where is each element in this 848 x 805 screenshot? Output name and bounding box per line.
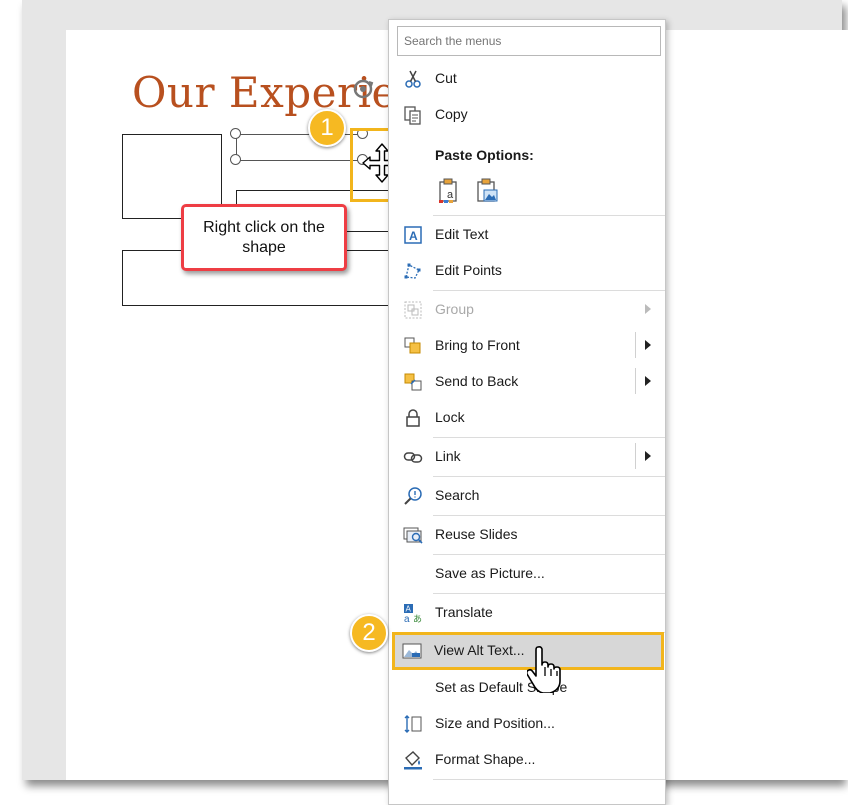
translate-icon: Aa あ [404, 604, 422, 623]
svg-text:a: a [447, 189, 454, 201]
menu-item-save-as-picture[interactable]: Save as Picture... [389, 556, 665, 590]
svg-text:A: A [406, 605, 412, 614]
menu-item-label: Format Shape... [435, 751, 536, 767]
menu-separator [433, 437, 665, 438]
copy-icon [404, 106, 421, 125]
alt-text-icon [402, 643, 422, 659]
menu-item-label: Group [435, 301, 474, 317]
callout-text: Right click on the shape [203, 218, 325, 256]
resize-handle[interactable] [230, 154, 241, 165]
group-icon [404, 301, 422, 319]
menu-item-label: View Alt Text... [434, 642, 525, 658]
selected-shape-edge-bottom [236, 160, 366, 161]
submenu-arrow-icon [645, 304, 651, 314]
menu-separator [433, 515, 665, 516]
edit-points-icon [404, 263, 421, 279]
submenu-arrow-icon [645, 451, 651, 461]
instruction-callout: Right click on the shape [181, 204, 347, 271]
menu-item-label: Edit Text [435, 226, 489, 242]
menu-item-group[interactable]: Group [389, 292, 665, 326]
menu-item-edit-text[interactable]: A Edit Text [389, 217, 665, 251]
reuse-slides-icon [403, 527, 423, 544]
link-icon [403, 452, 423, 463]
menu-item-label: Edit Points [435, 262, 502, 278]
menu-separator [433, 593, 665, 594]
svg-text:あ: あ [413, 614, 422, 623]
menu-item-size-and-position[interactable]: Size and Position... [389, 706, 665, 740]
format-shape-icon [404, 751, 422, 770]
submenu-divider [635, 368, 636, 394]
menu-item-cut[interactable]: Cut [389, 61, 665, 95]
menu-item-view-alt-text-highlighted[interactable]: View Alt Text... [388, 633, 664, 667]
menu-item-translate[interactable]: Aaあ Translate [389, 595, 665, 629]
menu-item-label: Copy [435, 106, 468, 122]
submenu-divider [635, 332, 636, 358]
menu-separator [433, 779, 665, 780]
search-icon [404, 487, 422, 505]
menu-separator [433, 476, 665, 477]
menu-item-format-shape[interactable]: Format Shape... [389, 742, 665, 776]
menu-item-copy[interactable]: Copy [389, 97, 665, 131]
menu-item-label: Reuse Slides [435, 526, 518, 542]
menu-item-label: Send to Back [435, 373, 519, 389]
menu-item-edit-points[interactable]: Edit Points [389, 253, 665, 287]
lock-icon [406, 409, 420, 427]
menu-separator [433, 290, 665, 291]
edit-text-icon: A [404, 226, 422, 244]
submenu-arrow-icon [645, 340, 651, 350]
selected-shape-edge-top [236, 134, 366, 135]
menu-item-label: Cut [435, 70, 457, 86]
paste-keep-text-icon[interactable]: a [437, 178, 461, 204]
hand-pointer-cursor-icon [527, 645, 561, 693]
menu-separator [433, 215, 665, 216]
svg-text:a: a [404, 614, 410, 623]
menu-item-send-to-back[interactable]: Send to Back [389, 364, 665, 398]
bring-to-front-icon [404, 337, 421, 354]
menu-item-link[interactable]: Link [389, 439, 665, 473]
step-badge-2: 2 [350, 614, 388, 652]
svg-text:A: A [409, 229, 418, 243]
menu-item-label: Save as Picture... [435, 565, 545, 581]
submenu-divider [635, 443, 636, 469]
menu-item-lock[interactable]: Lock [389, 400, 665, 434]
menu-item-label: Size and Position... [435, 715, 555, 731]
menu-item-bring-to-front[interactable]: Bring to Front [389, 328, 665, 362]
menu-item-reuse-slides[interactable]: Reuse Slides [389, 517, 665, 551]
step-badge-1: 1 [308, 109, 346, 147]
menu-separator [433, 554, 665, 555]
menu-item-search[interactable]: Search [389, 478, 665, 512]
resize-handle[interactable] [230, 128, 241, 139]
menu-item-label: Translate [435, 604, 493, 620]
send-to-back-icon [404, 373, 422, 391]
paste-options-label: Paste Options: [435, 147, 534, 163]
size-position-icon [404, 715, 422, 733]
paste-picture-icon[interactable] [475, 178, 499, 204]
submenu-arrow-icon [645, 376, 651, 386]
scissors-icon [405, 70, 421, 88]
search-menus-input[interactable] [397, 26, 661, 56]
menu-item-label: Search [435, 487, 480, 503]
menu-item-label: Link [435, 448, 461, 464]
menu-item-label: Lock [435, 409, 465, 425]
menu-item-label: Bring to Front [435, 337, 520, 353]
rotate-handle-icon[interactable] [352, 78, 374, 100]
